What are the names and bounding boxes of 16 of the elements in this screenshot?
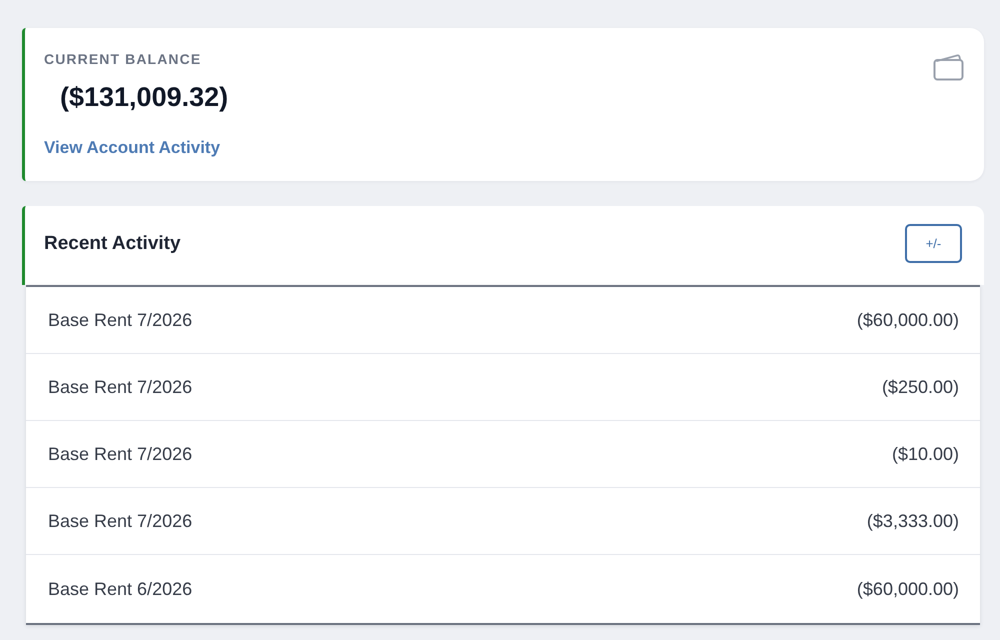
wallet-icon [933, 53, 964, 81]
balance-amount: ($131,009.32) [60, 81, 228, 114]
row-amount: ($60,000.00) [856, 309, 959, 331]
row-amount: ($60,000.00) [856, 578, 959, 600]
account-activity-link[interactable]: View Account Activity [44, 138, 220, 158]
toggle-button[interactable]: +/- [905, 224, 962, 263]
row-amount: ($250.00) [882, 376, 959, 398]
row-description: Base Rent 6/2026 [48, 578, 192, 600]
row-description: Base Rent 7/2026 [48, 443, 192, 465]
row-amount: ($10.00) [892, 443, 959, 465]
balance-label: CURRENT BALANCE [44, 50, 202, 68]
row-description: Base Rent 7/2026 [48, 309, 192, 331]
row-description: Base Rent 7/2026 [48, 376, 192, 398]
activity-title: Recent Activity [44, 232, 181, 256]
row-description: Base Rent 7/2026 [48, 510, 192, 532]
row-amount: ($3,333.00) [866, 510, 959, 532]
